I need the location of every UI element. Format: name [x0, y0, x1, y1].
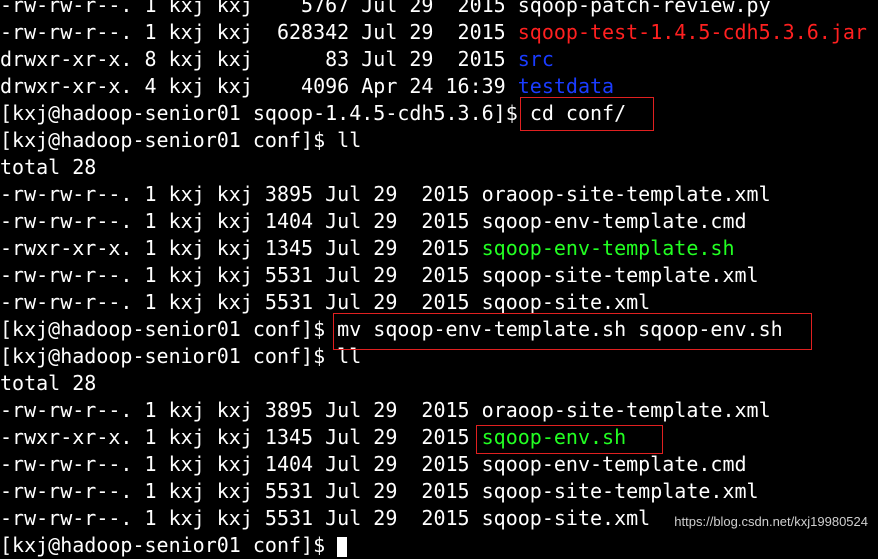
- terminal-line-prefix: -rwxr-xr-x. 1 kxj kxj 1345 Jul 29 2015: [0, 425, 482, 449]
- terminal-line: -rw-rw-r--. 1 kxj kxj 1404 Jul 29 2015 s…: [0, 451, 878, 478]
- terminal-line-prefix: -rw-rw-r--. 1 kxj kxj 5767 Jul 29 2015: [0, 0, 518, 17]
- terminal-line: -rw-rw-r--. 1 kxj kxj 5531 Jul 29 2015 s…: [0, 478, 878, 505]
- terminal-line: drwxr-xr-x. 8 kxj kxj 83 Jul 29 2015 src: [0, 46, 878, 73]
- terminal-line-content: testdata: [517, 74, 615, 98]
- terminal-line-prefix: -rw-rw-r--. 1 kxj kxj 5531 Jul 29 2015: [0, 263, 482, 287]
- terminal-output[interactable]: -rw-rw-r--. 1 kxj kxj 5767 Jul 29 2015 s…: [0, 0, 878, 559]
- terminal-line: -rw-rw-r--. 1 kxj kxj 5531 Jul 29 2015 s…: [0, 289, 878, 316]
- terminal-line-prefix: -rw-rw-r--. 1 kxj kxj 628342 Jul 29 2015: [0, 20, 518, 44]
- terminal-line-content: sqoop-site.xml: [481, 290, 651, 314]
- terminal-line-content: sqoop-env-template.cmd: [481, 209, 747, 233]
- terminal-line: -rw-rw-r--. 1 kxj kxj 5531 Jul 29 2015 s…: [0, 262, 878, 289]
- terminal-line-content: sqoop-site-template.xml: [481, 479, 759, 503]
- terminal-line: [kxj@hadoop-senior01 conf]$: [0, 532, 878, 559]
- terminal-line-content: src: [517, 47, 554, 71]
- terminal-line-prefix: total 28: [0, 371, 97, 395]
- terminal-line: [kxj@hadoop-senior01 sqoop-1.4.5-cdh5.3.…: [0, 100, 878, 127]
- terminal-line: -rwxr-xr-x. 1 kxj kxj 1345 Jul 29 2015 s…: [0, 424, 878, 451]
- terminal-line-prefix: -rw-rw-r--. 1 kxj kxj 3895 Jul 29 2015: [0, 398, 482, 422]
- terminal-line-content: ll: [337, 344, 362, 368]
- terminal-line-prefix: -rw-rw-r--. 1 kxj kxj 1404 Jul 29 2015: [0, 452, 482, 476]
- terminal-line-prefix: -rw-rw-r--. 1 kxj kxj 5531 Jul 29 2015: [0, 290, 482, 314]
- terminal-line: total 28: [0, 154, 878, 181]
- terminal-line-content: sqoop-patch-review.py: [517, 0, 771, 17]
- terminal-line-prefix: [kxj@hadoop-senior01 conf]$: [0, 533, 338, 557]
- terminal-line-content: oraoop-site-template.xml: [481, 182, 771, 206]
- terminal-line-prefix: [kxj@hadoop-senior01 conf]$: [0, 317, 338, 341]
- terminal-line: [kxj@hadoop-senior01 conf]$ ll: [0, 127, 878, 154]
- terminal-line: -rw-rw-r--. 1 kxj kxj 3895 Jul 29 2015 o…: [0, 397, 878, 424]
- terminal-line-content: cd conf/: [529, 101, 627, 125]
- terminal-line: -rw-rw-r--. 1 kxj kxj 1404 Jul 29 2015 s…: [0, 208, 878, 235]
- terminal-line-prefix: [kxj@hadoop-senior01 conf]$: [0, 128, 338, 152]
- terminal-line-prefix: drwxr-xr-x. 8 kxj kxj 83 Jul 29 2015: [0, 47, 518, 71]
- terminal-line: drwxr-xr-x. 4 kxj kxj 4096 Apr 24 16:39 …: [0, 73, 878, 100]
- terminal-line-content: mv sqoop-env-template.sh sqoop-env.sh: [337, 317, 783, 341]
- terminal-line-prefix: -rw-rw-r--. 1 kxj kxj 5531 Jul 29 2015: [0, 479, 482, 503]
- terminal-line-content: sqoop-test-1.4.5-cdh5.3.6.jar: [517, 20, 867, 44]
- terminal-line-content: sqoop-site-template.xml: [481, 263, 759, 287]
- terminal-line-prefix: drwxr-xr-x. 4 kxj kxj 4096 Apr 24 16:39: [0, 74, 518, 98]
- terminal-line: -rw-rw-r--. 1 kxj kxj 628342 Jul 29 2015…: [0, 19, 878, 46]
- cursor-icon: [337, 536, 348, 557]
- terminal-line-content: ll: [337, 128, 362, 152]
- terminal-line: -rwxr-xr-x. 1 kxj kxj 1345 Jul 29 2015 s…: [0, 235, 878, 262]
- terminal-line-content: sqoop-env-template.sh: [481, 236, 735, 260]
- terminal-line: -rw-rw-r--. 1 kxj kxj 5767 Jul 29 2015 s…: [0, 0, 878, 19]
- terminal-line-prefix: -rwxr-xr-x. 1 kxj kxj 1345 Jul 29 2015: [0, 236, 482, 260]
- terminal-line-prefix: -rw-rw-r--. 1 kxj kxj 5531 Jul 29 2015: [0, 506, 482, 530]
- terminal-line: -rw-rw-r--. 1 kxj kxj 3895 Jul 29 2015 o…: [0, 181, 878, 208]
- terminal-line-prefix: -rw-rw-r--. 1 kxj kxj 3895 Jul 29 2015: [0, 182, 482, 206]
- watermark-url: https://blog.csdn.net/kxj19980524: [674, 514, 868, 529]
- terminal-line-prefix: -rw-rw-r--. 1 kxj kxj 1404 Jul 29 2015: [0, 209, 482, 233]
- terminal-line-prefix: [kxj@hadoop-senior01 conf]$: [0, 344, 338, 368]
- terminal-line-content: sqoop-env.sh: [481, 425, 627, 449]
- terminal-line-content: sqoop-env-template.cmd: [481, 452, 747, 476]
- terminal-line-content: sqoop-site.xml: [481, 506, 651, 530]
- terminal-line-prefix: [kxj@hadoop-senior01 sqoop-1.4.5-cdh5.3.…: [0, 101, 530, 125]
- terminal-line-content: oraoop-site-template.xml: [481, 398, 771, 422]
- terminal-line: total 28: [0, 370, 878, 397]
- terminal-line-prefix: total 28: [0, 155, 97, 179]
- terminal-line: [kxj@hadoop-senior01 conf]$ mv sqoop-env…: [0, 316, 878, 343]
- terminal-line: [kxj@hadoop-senior01 conf]$ ll: [0, 343, 878, 370]
